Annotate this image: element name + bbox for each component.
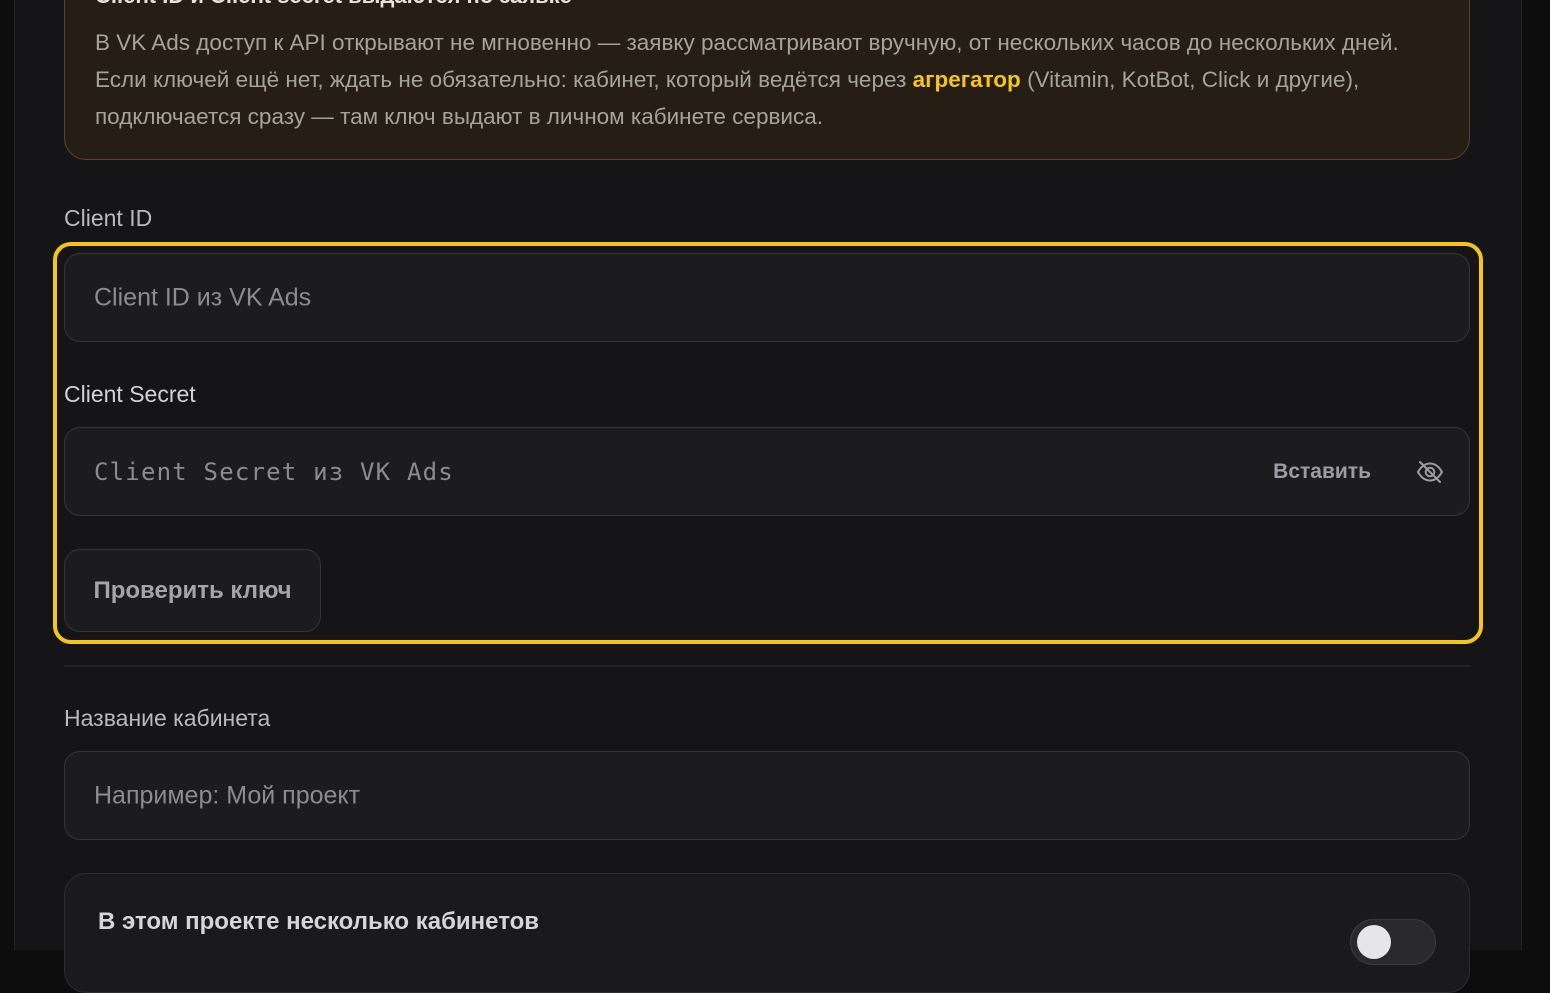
check-key-button[interactable]: Проверить ключ bbox=[64, 549, 321, 632]
client-id-label: Client ID bbox=[64, 205, 153, 231]
page-background: Client ID и Client secret выдаются по за… bbox=[0, 0, 1550, 993]
section-divider bbox=[64, 665, 1470, 667]
cabinet-name-input[interactable]: Например: Мой проект bbox=[64, 751, 1470, 840]
client-secret-label: Client Secret bbox=[64, 381, 196, 407]
client-secret-input[interactable]: Client Secret из VK Ads Вставить bbox=[64, 427, 1470, 516]
client-secret-placeholder: Client Secret из VK Ads bbox=[94, 457, 454, 486]
aggregator-link[interactable]: агрегатор bbox=[913, 67, 1021, 92]
toggle-knob bbox=[1357, 925, 1391, 959]
client-id-placeholder: Client ID из VK Ads bbox=[94, 283, 312, 311]
multi-cabinets-label: В этом проекте несколько кабинетов bbox=[98, 908, 540, 935]
multi-cabinets-toggle[interactable] bbox=[1350, 919, 1436, 965]
paste-button[interactable]: Вставить bbox=[1273, 460, 1371, 484]
multi-cabinets-card: В этом проекте несколько кабинетов bbox=[64, 873, 1470, 993]
api-access-notice: Client ID и Client secret выдаются по за… bbox=[64, 0, 1470, 160]
notice-text: В VK Ads доступ к API открывают не мгнов… bbox=[95, 24, 1445, 135]
cabinet-name-placeholder: Например: Мой проект bbox=[94, 781, 361, 809]
eye-off-icon[interactable] bbox=[1415, 457, 1445, 487]
cabinet-name-label: Название кабинета bbox=[64, 705, 271, 731]
notice-title: Client ID и Client secret выдаются по за… bbox=[95, 0, 572, 9]
client-id-input[interactable]: Client ID из VK Ads bbox=[64, 253, 1470, 342]
